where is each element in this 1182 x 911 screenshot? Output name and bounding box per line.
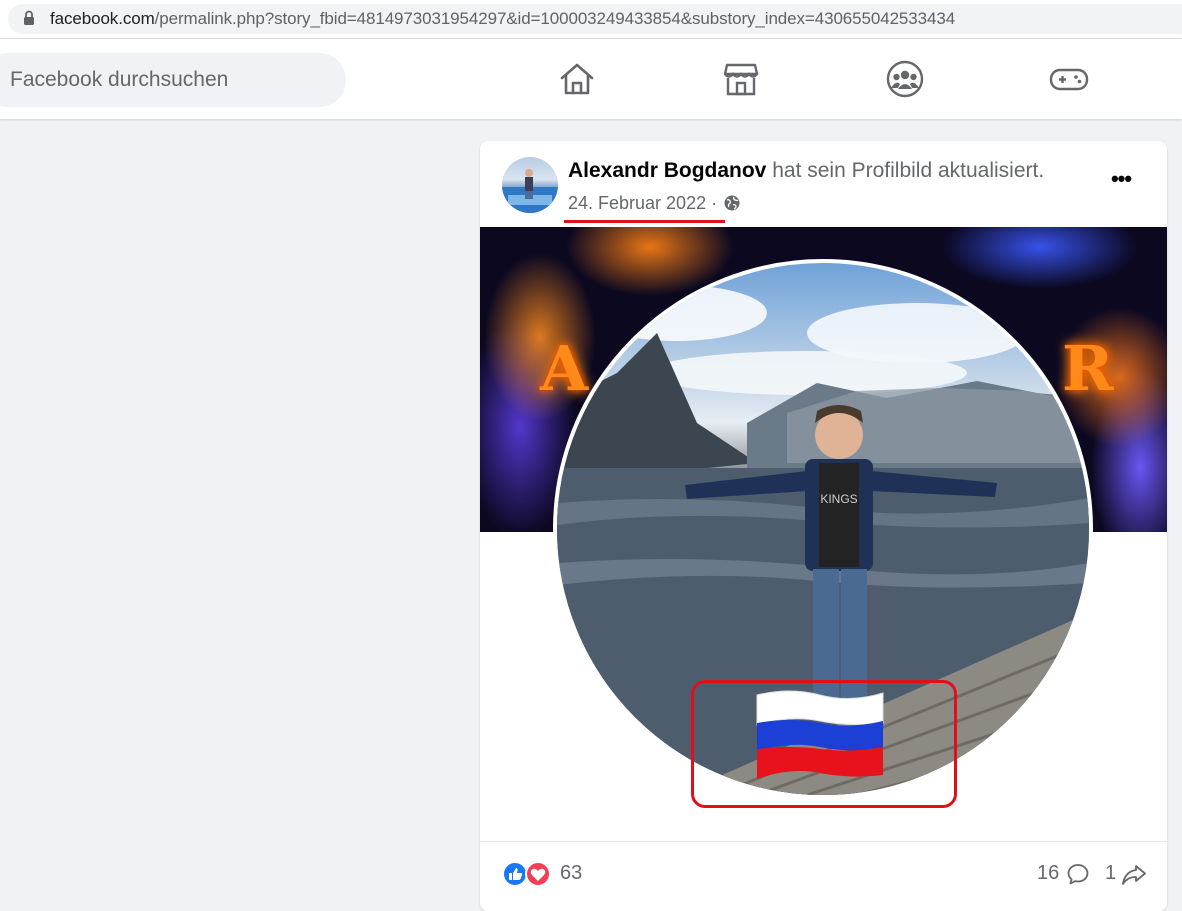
post-meta: 24. Februar 2022 · [568,193,740,214]
marketplace-icon[interactable] [721,59,761,99]
groups-icon[interactable] [885,59,925,99]
like-reaction-icon [502,861,528,887]
reaction-icons[interactable] [502,860,554,888]
share-count[interactable]: 1 [1105,862,1116,885]
gaming-icon[interactable] [1049,59,1089,99]
meta-separator: · [706,193,723,213]
post-footer: 63 16 1 [480,841,1167,911]
facebook-top-nav [0,39,1182,119]
url-domain: facebook.com [50,9,155,28]
home-icon[interactable] [557,59,597,99]
svg-text:KINGS: KINGS [820,492,857,506]
post-date-link[interactable]: 24. Februar 2022 [568,193,706,213]
cover-letter-right: R [1062,332,1114,405]
cover-letter-left: A [540,332,589,405]
author-name-link[interactable]: Alexandr Bogdanov [568,159,766,182]
post-options-button[interactable]: ••• [1106,168,1136,193]
search-input[interactable] [10,53,330,107]
search-box[interactable] [0,53,346,107]
post-header: Alexandr Bogdanov hat sein Profilbild ak… [568,159,1044,183]
post-action-text: hat sein Profilbild aktualisiert. [766,159,1045,182]
date-highlight-underline [564,220,725,223]
flag-highlight-box [691,680,957,808]
avatar-photo [502,169,558,213]
url-path: /permalink.php?story_fbid=48149730319542… [154,9,956,28]
post-card: Alexandr Bogdanov hat sein Profilbild ak… [480,141,1167,911]
globe-icon[interactable] [724,195,740,211]
comment-icon[interactable] [1066,862,1090,886]
reaction-count[interactable]: 63 [560,862,582,885]
browser-url-bar: facebook.com/permalink.php?story_fbid=48… [0,0,1182,39]
author-avatar[interactable] [502,157,558,213]
lock-icon [24,10,34,25]
comment-count[interactable]: 16 [1037,862,1059,885]
url-text[interactable]: facebook.com/permalink.php?story_fbid=48… [50,9,955,29]
love-reaction-icon [525,861,551,887]
share-icon[interactable] [1121,862,1147,886]
